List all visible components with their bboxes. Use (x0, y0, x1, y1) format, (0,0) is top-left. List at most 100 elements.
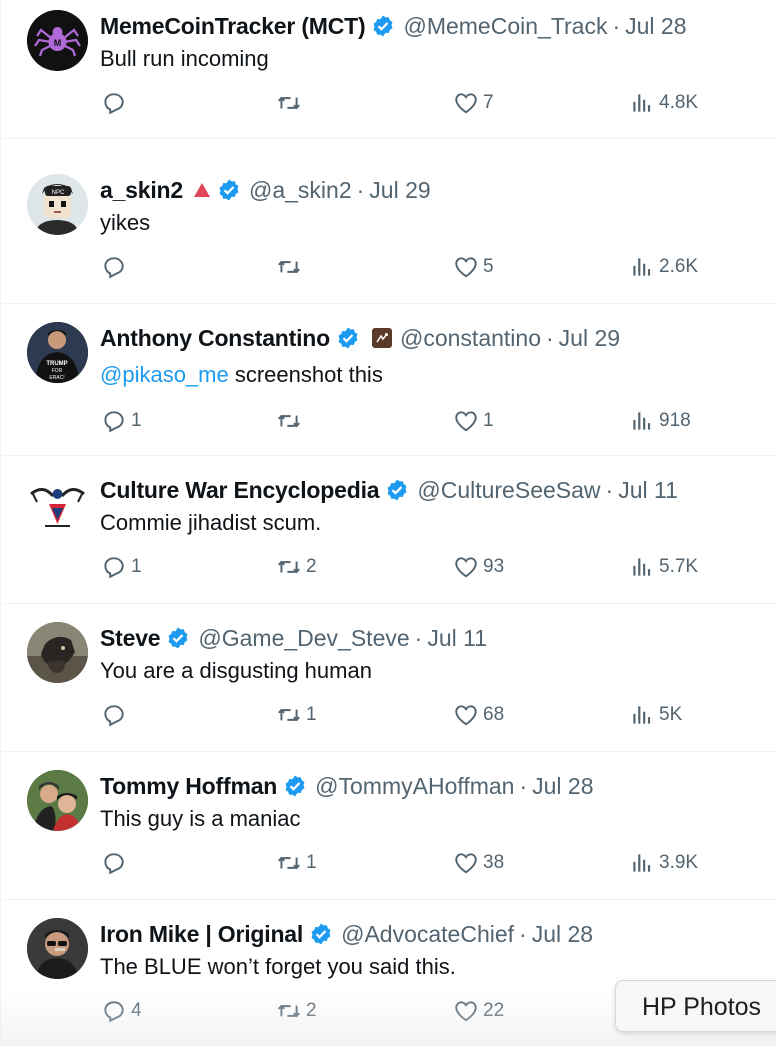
avatar[interactable]: M (27, 10, 88, 71)
views-button[interactable]: 5.7K (629, 552, 698, 582)
timestamp[interactable]: Jul 28 (532, 773, 593, 800)
timestamp[interactable]: Jul 11 (618, 477, 678, 504)
like-button[interactable]: 93 (453, 552, 504, 582)
tweet-item[interactable]: TRUMP FOR ERAC! Anthony Constantino @con… (1, 304, 776, 456)
display-name[interactable]: Culture War Encyclopedia (100, 477, 380, 504)
person-trump-shirt-icon: TRUMP FOR ERAC! (27, 322, 88, 383)
retweet-button[interactable]: 2 (276, 996, 317, 1026)
svg-text:NPC: NPC (52, 190, 65, 196)
tweet-item[interactable]: Culture War Encyclopedia @CultureSeeSaw … (1, 456, 776, 604)
cartoon-npc-icon: NPC (27, 174, 88, 235)
timestamp[interactable]: Jul 29 (369, 177, 430, 204)
like-button[interactable]: 22 (453, 996, 504, 1026)
reply-icon (104, 557, 124, 579)
svg-text:FOR: FOR (52, 368, 63, 374)
avatar[interactable] (27, 622, 88, 683)
retweet-icon (278, 414, 300, 428)
tweet-text: You are a disgusting human (100, 658, 372, 684)
reply-icon (104, 853, 124, 875)
spider-logo-icon: M (27, 10, 88, 71)
handle[interactable]: @a_skin2 (249, 177, 352, 204)
avatar[interactable] (27, 918, 88, 979)
display-name[interactable]: Tommy Hoffman (100, 773, 277, 800)
reply-icon (104, 411, 124, 433)
reply-button[interactable]: 1 (101, 552, 142, 582)
timestamp[interactable]: Jul 11 (427, 625, 487, 652)
reply-count: 1 (131, 410, 142, 431)
views-button[interactable]: 3.9K (629, 848, 698, 878)
views-bar-chart-icon (633, 558, 651, 576)
tweet-item[interactable]: NPC a_skin2 @a_skin2 · Jul 29 yikes 5 2.… (1, 156, 776, 304)
mention-link[interactable]: @pikaso_me (100, 362, 229, 387)
views-bar-chart-icon (633, 706, 651, 724)
handle[interactable]: @Game_Dev_Steve (198, 625, 409, 652)
handle[interactable]: @AdvocateChief (341, 921, 514, 948)
timestamp[interactable]: Jul 28 (532, 921, 593, 948)
views-button[interactable]: 5K (629, 700, 682, 730)
verified-badge-icon (285, 775, 305, 797)
handle[interactable]: @CultureSeeSaw (417, 477, 600, 504)
retweet-button[interactable]: 1 (276, 700, 317, 730)
verified-badge-icon (338, 327, 358, 349)
retweet-button[interactable] (276, 88, 302, 118)
separator: · (612, 12, 621, 39)
tweet-text: yikes (100, 210, 150, 236)
display-name[interactable]: Iron Mike | Original (100, 921, 303, 948)
display-name[interactable]: MemeCoinTracker (MCT) (100, 13, 366, 40)
retweet-button[interactable] (276, 406, 302, 436)
tweet-text-content: Commie jihadist scum. (100, 510, 322, 535)
handle[interactable]: @TommyAHoffman (315, 773, 514, 800)
like-button[interactable]: 38 (453, 848, 504, 878)
like-button[interactable]: 5 (453, 252, 494, 282)
tweet-header: Tommy Hoffman @TommyAHoffman · Jul 28 (100, 772, 594, 800)
avatar[interactable]: TRUMP FOR ERAC! (27, 322, 88, 383)
handle[interactable]: @constantino (400, 325, 541, 352)
reply-button[interactable] (101, 700, 127, 730)
view-count: 2.6K (659, 256, 699, 277)
tweet-text-content: yikes (100, 210, 151, 235)
retweet-icon (278, 708, 300, 722)
views-bar-chart-icon (633, 94, 651, 112)
display-name[interactable]: a_skin2 (100, 177, 183, 204)
display-name[interactable]: Steve (100, 625, 161, 652)
reply-button[interactable] (101, 88, 127, 118)
views-bar-chart-icon (633, 854, 651, 872)
views-button[interactable]: 2.6K (629, 252, 698, 282)
views-button[interactable]: 918 (629, 406, 691, 436)
separator: · (519, 920, 527, 947)
reply-count: 4 (131, 1000, 142, 1021)
avatar[interactable] (27, 474, 88, 535)
like-button[interactable]: 68 (453, 700, 504, 730)
reply-button[interactable] (101, 848, 127, 878)
reply-icon (104, 257, 124, 279)
views-bar-chart-icon (633, 412, 651, 430)
reply-icon (104, 93, 124, 115)
tweet-text: This guy is a maniac (100, 806, 301, 832)
brown-square-icon (372, 328, 392, 348)
timestamp[interactable]: Jul 29 (559, 325, 620, 352)
svg-text:TRUMP: TRUMP (46, 361, 67, 367)
like-button[interactable]: 1 (453, 406, 494, 436)
retweet-button[interactable]: 2 (276, 552, 317, 582)
reply-button[interactable]: 4 (101, 996, 142, 1026)
hp-photos-popup[interactable]: HP Photos (615, 980, 776, 1032)
like-count: 1 (483, 410, 494, 431)
verified-badge-icon (168, 627, 188, 649)
display-name[interactable]: Anthony Constantino (100, 325, 330, 352)
reply-button[interactable]: 1 (101, 406, 142, 436)
reply-button[interactable] (101, 252, 127, 282)
tweet-item[interactable]: M MemeCoinTracker (MCT) @MemeCoin_Track … (1, 0, 776, 139)
retweet-button[interactable] (276, 252, 302, 282)
avatar[interactable] (27, 770, 88, 831)
timestamp[interactable]: Jul 28 (625, 13, 686, 40)
tweet-item[interactable]: Steve @Game_Dev_Steve · Jul 11 You are a… (1, 604, 776, 752)
like-count: 68 (483, 704, 505, 725)
retweet-icon (278, 1004, 300, 1018)
like-button[interactable]: 7 (453, 88, 494, 118)
tweet-item[interactable]: Tommy Hoffman @TommyAHoffman · Jul 28 Th… (1, 752, 776, 900)
views-button[interactable]: 4.8K (629, 88, 698, 118)
avatar[interactable]: NPC (27, 174, 88, 235)
handle[interactable]: @MemeCoin_Track (403, 13, 607, 40)
retweet-button[interactable]: 1 (276, 848, 317, 878)
heart-icon (455, 257, 477, 278)
